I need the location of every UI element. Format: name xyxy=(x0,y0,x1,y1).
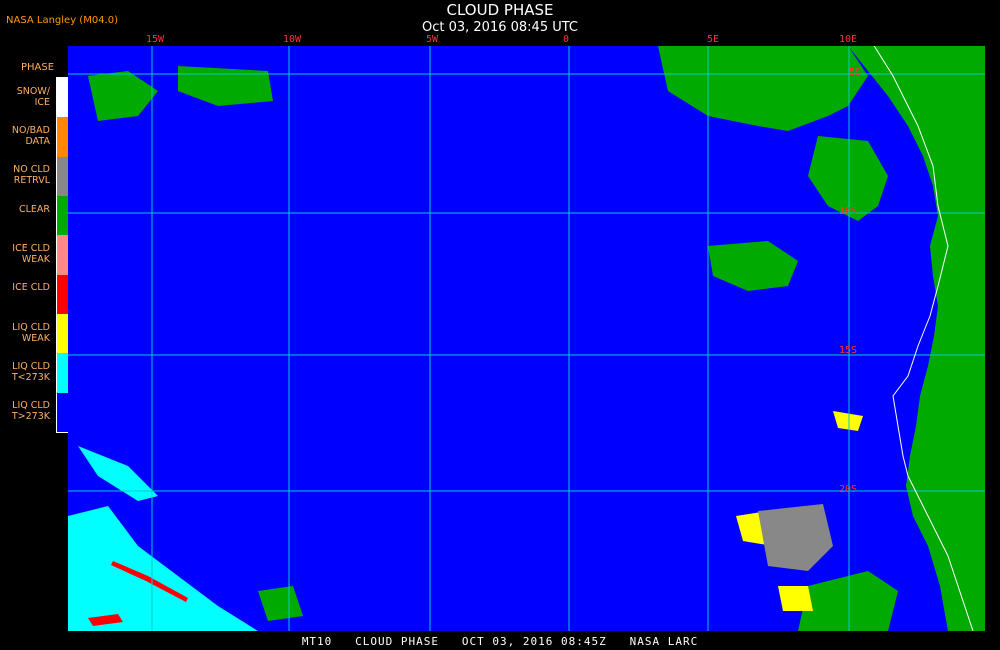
legend-label: SNOW/ ICE xyxy=(16,85,50,108)
weak-liquid-patch-2 xyxy=(833,411,863,431)
lon-tick-10e: 10E xyxy=(839,34,858,45)
lat-tick-5s: 5S xyxy=(849,67,862,78)
lon-tick-0: 0 xyxy=(563,34,570,45)
lon-tick-10w: 10W xyxy=(283,34,302,45)
lon-tick-5w: 5W xyxy=(426,34,439,45)
lat-tick-10s: 10S xyxy=(839,206,858,217)
lon-tick-5e: 5E xyxy=(707,34,720,45)
legend-label: ICE CLD WEAK xyxy=(12,243,50,265)
legend-label: LIQ CLD T>273K xyxy=(11,400,50,423)
legend-label: CLEAR xyxy=(18,203,50,215)
legend-label: NO/BAD DATA xyxy=(11,125,50,147)
datetime-label: Oct 03, 2016 08:45 UTC xyxy=(422,20,578,35)
lon-tick-15w: 15W xyxy=(146,34,165,45)
no-retrieval-patch xyxy=(758,504,833,571)
weak-liquid-patch-3 xyxy=(778,586,813,611)
legend-title: PHASE xyxy=(21,62,55,73)
page-title: CLOUD PHASE xyxy=(446,1,554,19)
coastal-cloud-band xyxy=(658,46,868,131)
cold-liquid-streaks xyxy=(78,446,158,501)
map-svg xyxy=(68,46,985,631)
clear-patch-s1 xyxy=(258,586,303,621)
graticule xyxy=(68,46,985,631)
footer-caption: MT10 CLOUD PHASE OCT 03, 2016 08:45Z NAS… xyxy=(301,635,699,648)
legend-label: LIQ CLD WEAK xyxy=(12,321,50,344)
cloud-patch-east2 xyxy=(708,241,798,291)
lat-tick-15s: 15S xyxy=(839,345,858,356)
lat-tick-20s: 20S xyxy=(839,484,858,495)
cold-liquid-cloud-sw xyxy=(68,506,258,631)
cloud-phase-map xyxy=(68,46,985,631)
cloud-patch-south xyxy=(798,571,898,631)
land-africa xyxy=(848,46,985,631)
clear-patch-nw xyxy=(88,71,158,121)
legend-label: LIQ CLD T<273K xyxy=(11,361,50,383)
legend-label: ICE CLD xyxy=(12,282,50,294)
clear-patch-nw2 xyxy=(178,66,273,106)
legend-label: NO CLD RETRVL xyxy=(13,164,50,187)
